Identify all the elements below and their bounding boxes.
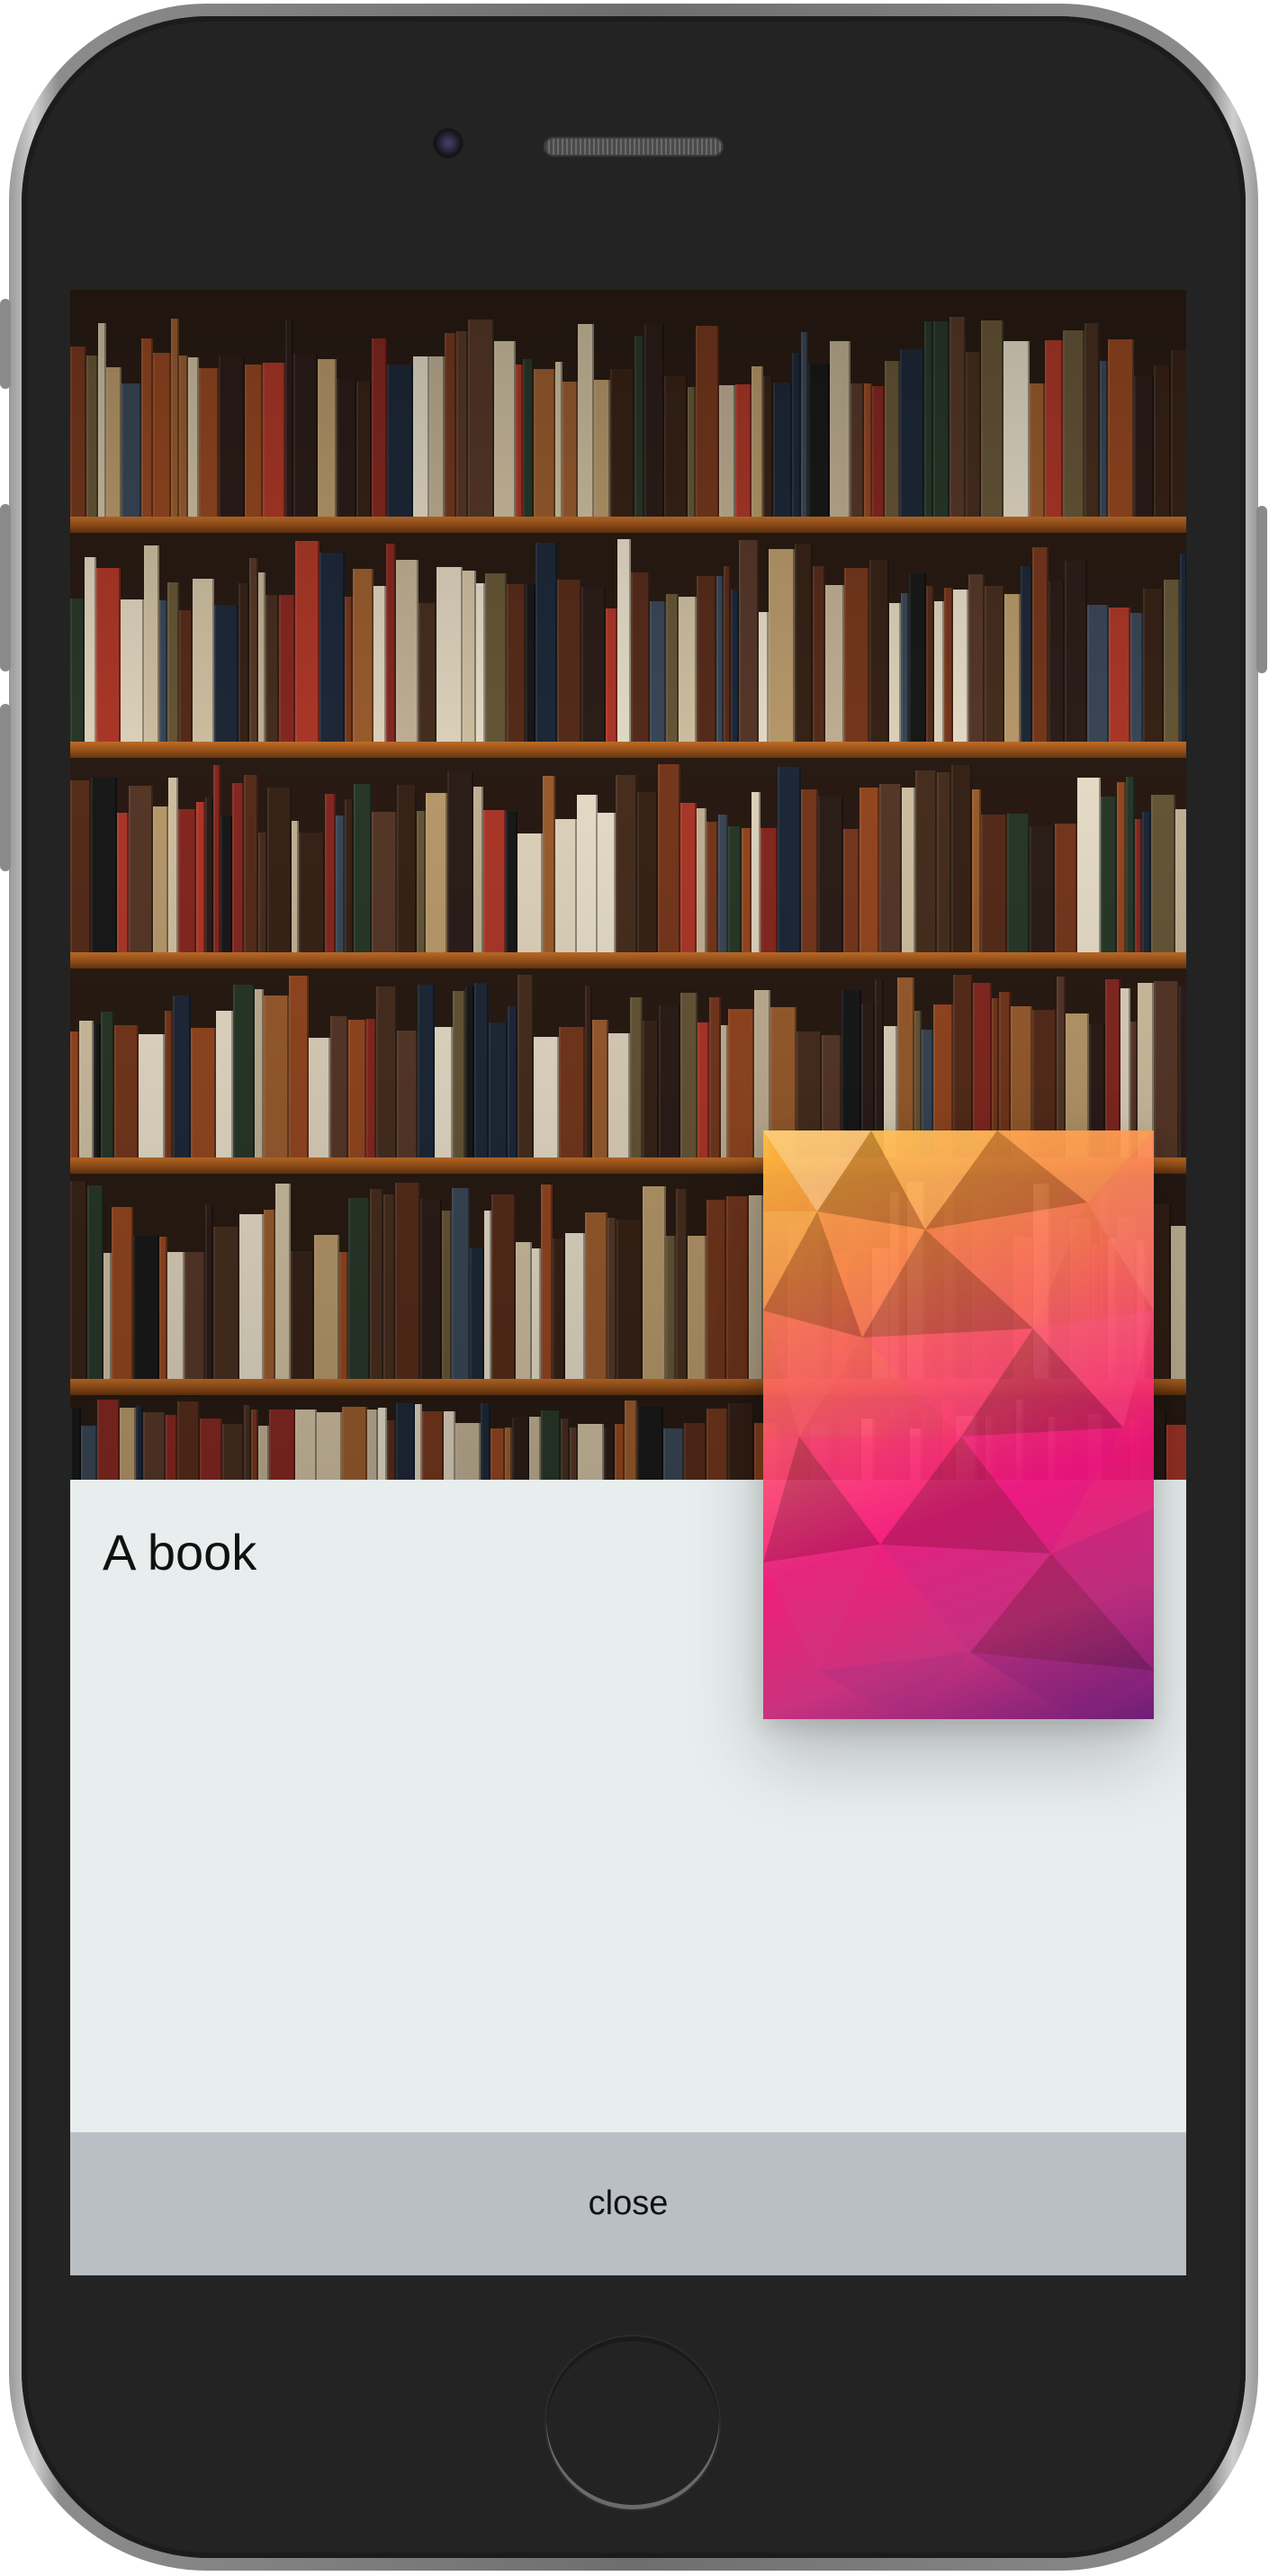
low-poly-pattern bbox=[763, 1130, 1154, 1719]
close-button[interactable]: close bbox=[70, 2132, 1186, 2275]
book-title: A book bbox=[103, 1524, 257, 1581]
front-camera-icon bbox=[433, 128, 464, 158]
book-cover-image bbox=[763, 1130, 1154, 1719]
close-button-label: close bbox=[588, 2184, 669, 2222]
volume-up-button bbox=[0, 504, 11, 671]
power-button bbox=[1256, 506, 1267, 673]
app-screen: A book close bbox=[70, 290, 1186, 2275]
home-button bbox=[546, 2337, 719, 2509]
volume-down-button bbox=[0, 704, 11, 871]
mute-switch bbox=[0, 299, 11, 389]
earpiece-speaker bbox=[544, 137, 724, 157]
